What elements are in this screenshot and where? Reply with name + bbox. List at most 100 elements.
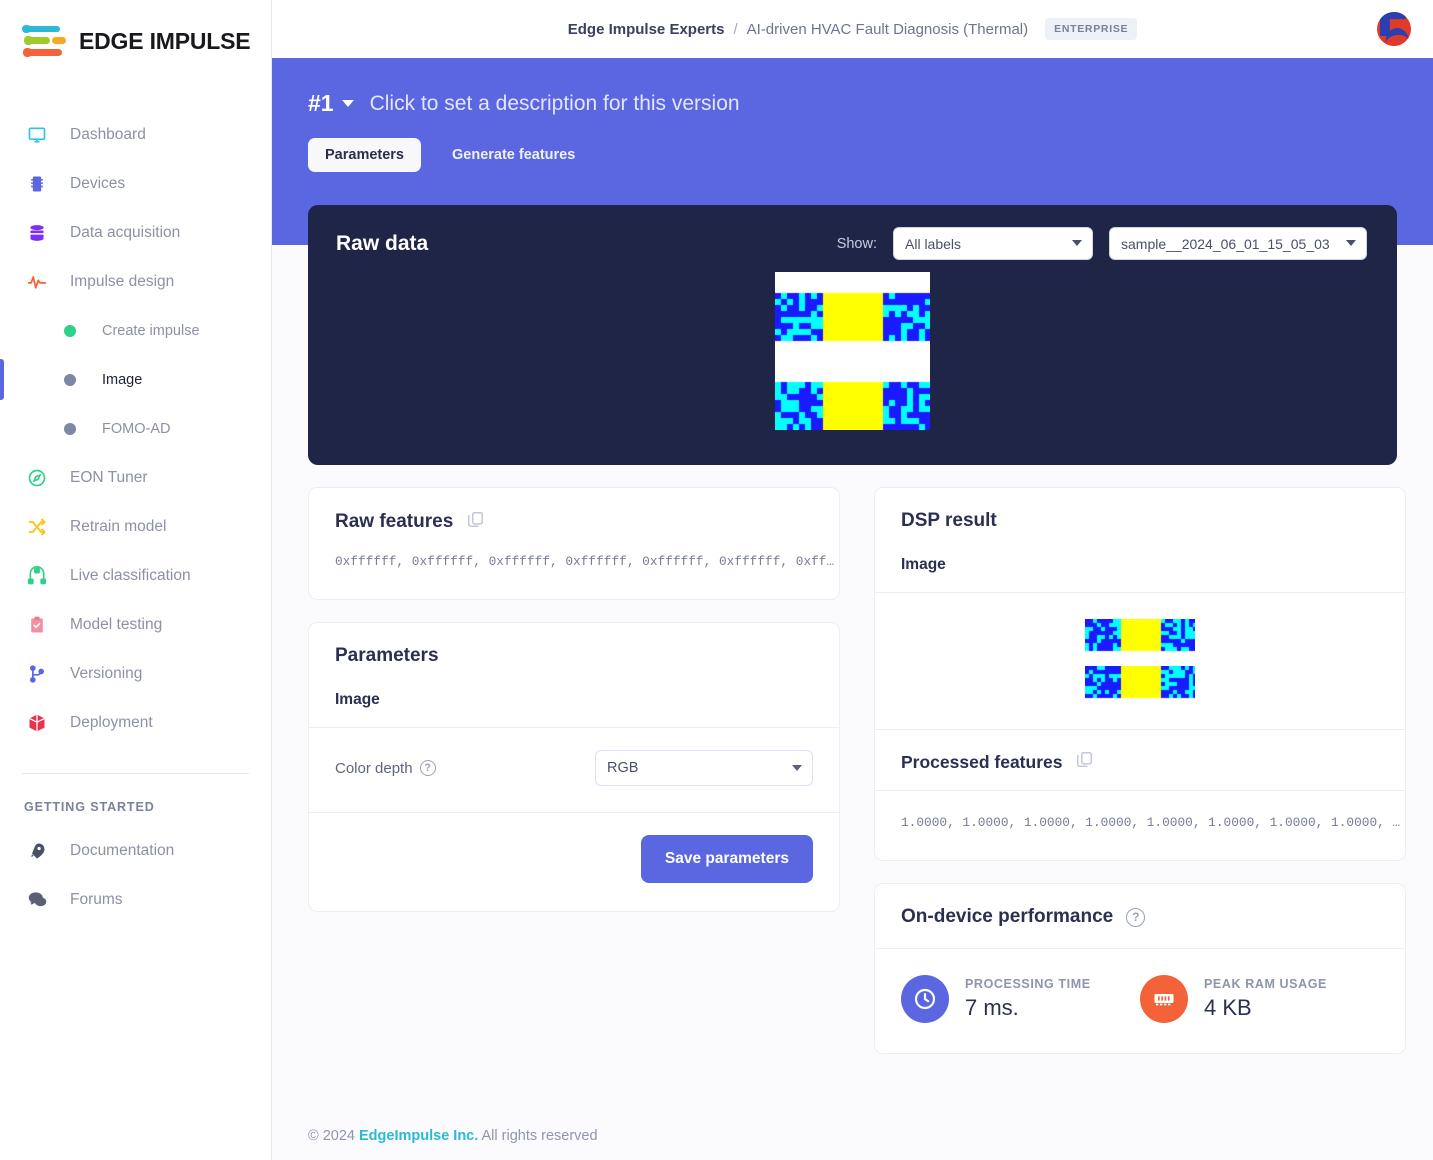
sidebar-item-label: Forums — [70, 890, 123, 908]
sidebar-item-image[interactable]: Image — [0, 355, 271, 404]
status-dot-icon — [64, 324, 76, 337]
chat-icon — [26, 889, 48, 911]
avatar[interactable] — [1377, 12, 1411, 46]
metric-value: 4 KB — [1204, 995, 1252, 1020]
sidebar-item-retrain-model[interactable]: Retrain model — [0, 502, 271, 551]
sidebar-item-label: Model testing — [70, 615, 163, 633]
sample-select[interactable]: sample__2024_06_01_15_05_03 — [1109, 227, 1367, 260]
sidebar-nav: Dashboard Devices Data acquisition Impul… — [0, 110, 271, 924]
dsp-result-subtitle: Image — [901, 556, 946, 573]
sidebar-item-label: Impulse design — [70, 272, 175, 290]
sidebar-item-dashboard[interactable]: Dashboard — [0, 110, 271, 159]
labels-select-wrap: All labels — [893, 227, 1093, 260]
breadcrumb: Edge Impulse Experts / AI-driven HVAC Fa… — [568, 18, 1138, 40]
breadcrumb-project[interactable]: AI-driven HVAC Fault Diagnosis (Thermal) — [747, 21, 1028, 38]
footer-copyright: © 2024 — [308, 1128, 355, 1144]
metric-value: 7 ms. — [965, 995, 1019, 1020]
brand-name: EDGE IMPULSE — [79, 27, 251, 54]
sidebar-item-label: Live classification — [70, 566, 191, 584]
sidebar-subitem-label: Create impulse — [102, 322, 200, 339]
footer-rights: All rights reserved — [481, 1128, 598, 1144]
performance-metrics: PROCESSING TIME 7 ms. PEAK RAM USAGE 4 K… — [875, 949, 1405, 1053]
color-depth-select[interactable]: RGB — [595, 750, 813, 786]
status-dot-icon — [64, 422, 76, 435]
question-mark-icon[interactable]: ? — [1126, 907, 1146, 927]
sidebar-item-data-acquisition[interactable]: Data acquisition — [0, 208, 271, 257]
copy-icon[interactable] — [466, 510, 485, 534]
sidebar-item-forums[interactable]: Forums — [0, 875, 271, 924]
content-scroll: Raw data Show: All labels sample__2024_0… — [272, 58, 1433, 1054]
performance-title: On-device performance — [901, 906, 1114, 927]
sidebar: EDGE IMPULSE Dashboard Devices Data acqu… — [0, 0, 272, 1160]
processed-features-title: Processed features — [901, 751, 1063, 772]
raw-features-title: Raw features — [335, 511, 454, 532]
parameters-title: Parameters — [335, 645, 439, 666]
dsp-image-area — [875, 593, 1405, 729]
parameters-card: Parameters Image Color depth ? RGB Save … — [308, 622, 840, 912]
chip-icon — [26, 173, 48, 195]
raw-data-title: Raw data — [336, 231, 429, 255]
sidebar-item-label: Documentation — [70, 841, 175, 859]
sidebar-item-label: Dashboard — [70, 125, 146, 143]
sidebar-item-live-classification[interactable]: Live classification — [0, 551, 271, 600]
sidebar-divider — [22, 773, 249, 774]
dsp-result-card: DSP result Image Processed features 1.00… — [874, 487, 1406, 861]
metric-key: PROCESSING TIME — [965, 977, 1091, 991]
metric-text: PROCESSING TIME 7 ms. — [965, 977, 1091, 1021]
database-icon — [26, 222, 48, 244]
enterprise-badge: ENTERPRISE — [1045, 18, 1138, 40]
brand-logo[interactable]: EDGE IMPULSE — [0, 0, 271, 58]
metric-peak-ram: PEAK RAM USAGE 4 KB — [1140, 975, 1379, 1023]
show-label: Show: — [836, 235, 877, 252]
sidebar-item-eon-tuner[interactable]: EON Tuner — [0, 453, 271, 502]
sidebar-item-label: Devices — [70, 174, 126, 192]
dsp-result-title: DSP result — [901, 510, 997, 531]
sidebar-item-create-impulse[interactable]: Create impulse — [0, 306, 271, 355]
processed-features-values: 1.0000, 1.0000, 1.0000, 1.0000, 1.0000, … — [901, 815, 1401, 830]
sidebar-item-deployment[interactable]: Deployment — [0, 698, 271, 747]
panels-row: Raw features 0xffffff, 0xffffff, 0xfffff… — [308, 487, 1406, 1054]
raw-features-card: Raw features 0xffffff, 0xffffff, 0xfffff… — [308, 487, 840, 600]
sidebar-item-impulse-design[interactable]: Impulse design — [0, 257, 271, 306]
sidebar-subitem-label: FOMO-AD — [102, 420, 171, 437]
ram-icon — [1140, 975, 1188, 1023]
metric-processing-time: PROCESSING TIME 7 ms. — [901, 975, 1140, 1023]
sidebar-item-fomo-ad[interactable]: FOMO-AD — [0, 404, 271, 453]
color-depth-label: Color depth — [335, 759, 413, 777]
parameters-subtitle: Image — [335, 691, 380, 708]
monitor-icon — [26, 124, 48, 146]
clipboard-check-icon — [26, 614, 48, 636]
question-mark-icon[interactable]: ? — [419, 760, 436, 776]
sidebar-item-versioning[interactable]: Versioning — [0, 649, 271, 698]
cube-icon — [26, 712, 48, 734]
raw-data-card: Raw data Show: All labels sample__2024_0… — [308, 205, 1397, 465]
sidebar-item-documentation[interactable]: Documentation — [0, 826, 271, 875]
raw-features-values: 0xffffff, 0xffffff, 0xffffff, 0xffffff, … — [335, 554, 835, 569]
raw-data-image-wrap — [308, 272, 1397, 430]
git-branch-icon — [26, 663, 48, 685]
sidebar-item-label: EON Tuner — [70, 468, 148, 486]
sidebar-subitem-label: Image — [102, 371, 143, 388]
sidebar-section-label: GETTING STARTED — [24, 800, 155, 814]
sidebar-item-label: Deployment — [70, 713, 153, 731]
copy-icon[interactable] — [1075, 750, 1094, 774]
save-parameters-button[interactable]: Save parameters — [640, 835, 813, 883]
app-root: EDGE IMPULSE Dashboard Devices Data acqu… — [0, 0, 1433, 1160]
dsp-thermal-image — [1085, 619, 1195, 652]
on-device-performance-card: On-device performance ? PROCESSING TIME … — [874, 883, 1406, 1054]
sidebar-item-label: Data acquisition — [70, 223, 181, 241]
sidebar-item-devices[interactable]: Devices — [0, 159, 271, 208]
color-depth-select-wrap: RGB — [595, 750, 813, 786]
sidebar-item-label: Versioning — [70, 664, 143, 682]
left-column: Raw features 0xffffff, 0xffffff, 0xfffff… — [308, 487, 840, 1054]
compass-icon — [26, 467, 48, 489]
top-header: Edge Impulse Experts / AI-driven HVAC Fa… — [272, 0, 1433, 58]
rocket-icon — [26, 840, 48, 862]
breadcrumb-org[interactable]: Edge Impulse Experts — [568, 21, 725, 38]
labels-select[interactable]: All labels — [893, 227, 1093, 260]
sample-select-wrap: sample__2024_06_01_15_05_03 — [1109, 227, 1367, 260]
footer-company-link[interactable]: EdgeImpulse Inc. — [359, 1128, 478, 1144]
sidebar-item-model-testing[interactable]: Model testing — [0, 600, 271, 649]
waveform-icon — [26, 271, 48, 293]
edge-impulse-logo-icon — [22, 24, 68, 58]
